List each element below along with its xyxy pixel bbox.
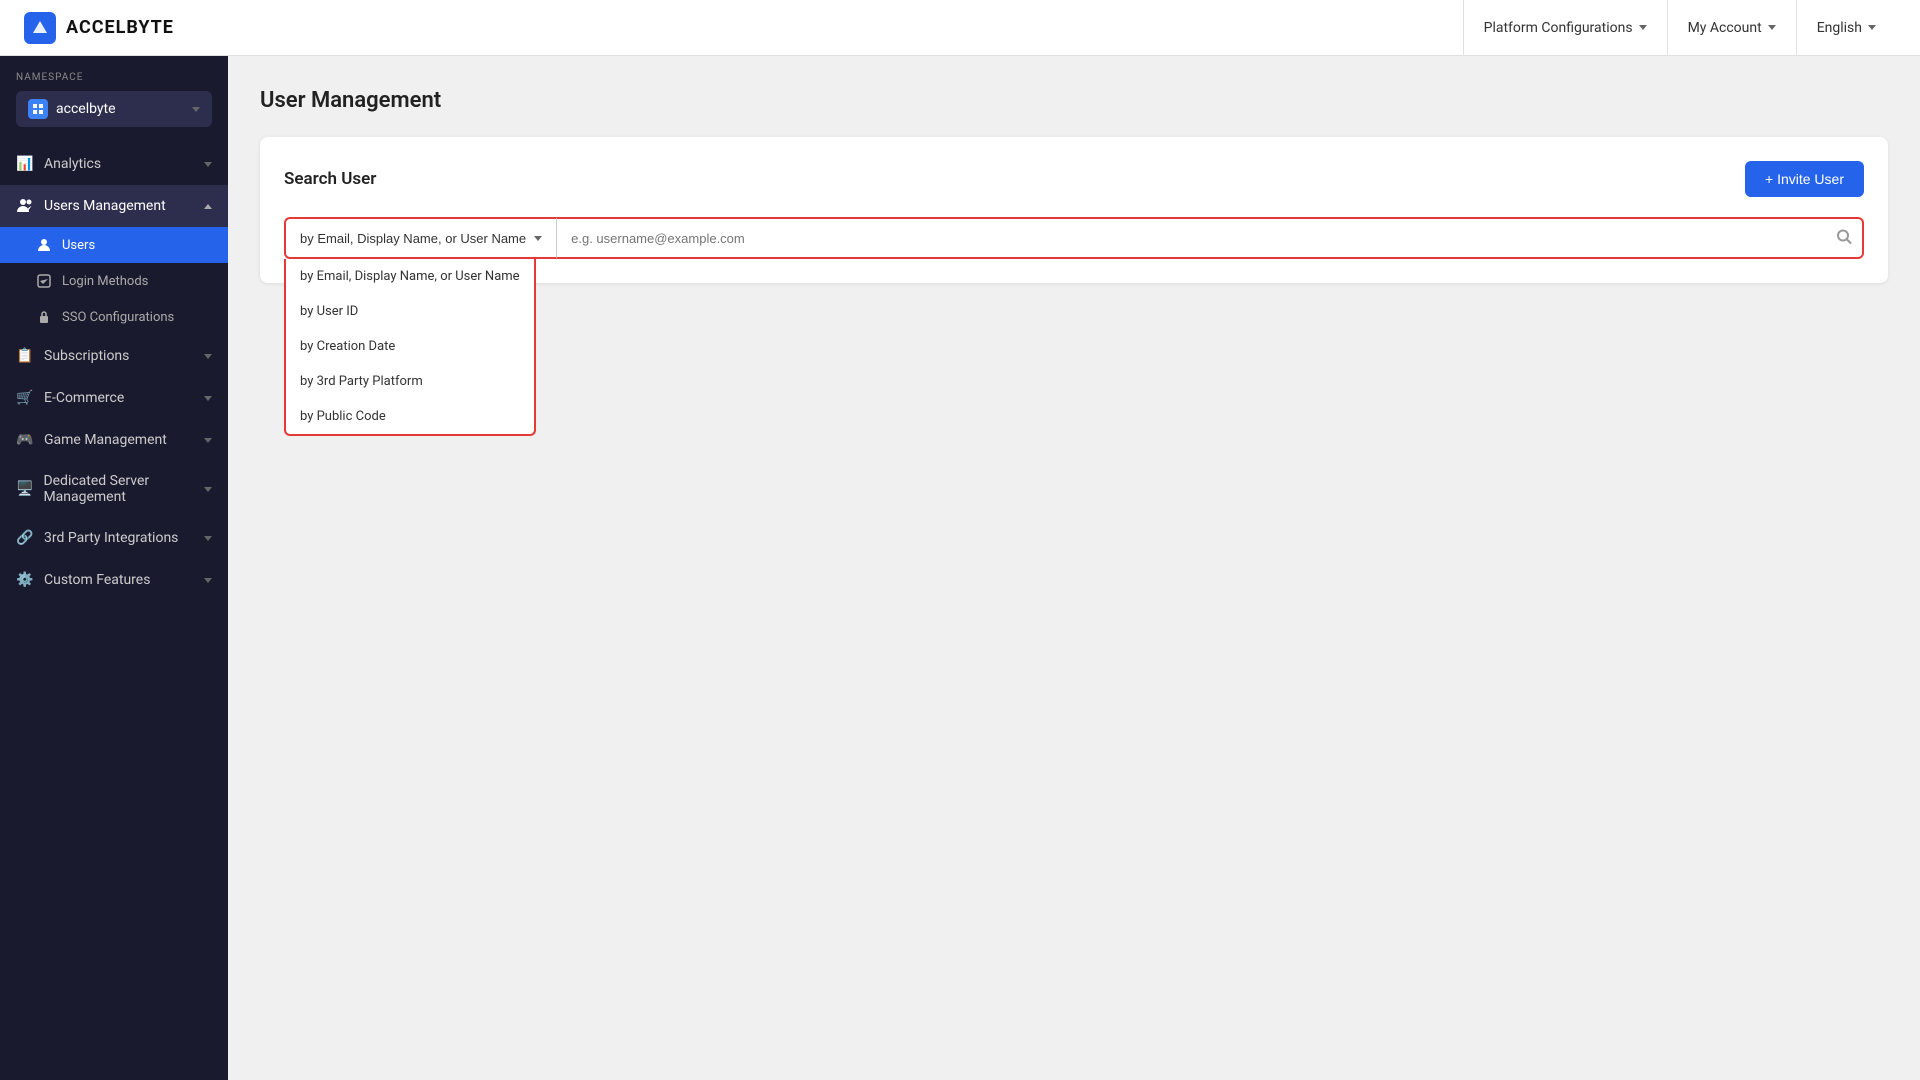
ecommerce-icon: 🛒 xyxy=(16,389,34,407)
custom-features-icon: ⚙️ xyxy=(16,571,34,589)
platform-configurations-chevron xyxy=(1639,25,1647,30)
game-management-label: Game Management xyxy=(44,432,167,448)
search-card-title: Search User xyxy=(284,169,376,189)
search-type-chevron xyxy=(534,236,542,241)
game-management-icon: 🎮 xyxy=(16,431,34,449)
top-nav: ACCELBYTE Platform Configurations My Acc… xyxy=(0,0,1920,56)
sidebar-item-users-management[interactable]: Users Management xyxy=(0,185,228,227)
users-management-label: Users Management xyxy=(44,198,166,214)
login-methods-label: Login Methods xyxy=(62,274,148,289)
dropdown-option-public-code[interactable]: by Public Code xyxy=(286,399,534,434)
nav-right: Platform Configurations My Account Engli… xyxy=(1463,0,1896,56)
logo-text: ACCELBYTE xyxy=(66,17,174,38)
search-input[interactable] xyxy=(556,217,1864,259)
search-input-wrapper xyxy=(556,217,1864,259)
third-party-icon: 🔗 xyxy=(16,529,34,547)
sidebar-item-subscriptions[interactable]: 📋 Subscriptions xyxy=(0,335,228,377)
search-card: Search User + Invite User by Email, Disp… xyxy=(260,137,1888,283)
my-account-nav[interactable]: My Account xyxy=(1667,0,1796,56)
my-account-chevron xyxy=(1768,25,1776,30)
search-type-selected: by Email, Display Name, or User Name xyxy=(300,231,526,246)
analytics-icon: 📊 xyxy=(16,155,34,173)
language-chevron xyxy=(1868,25,1876,30)
users-label: Users xyxy=(62,238,95,253)
language-label: English xyxy=(1817,20,1862,36)
users-icon xyxy=(36,237,52,253)
sidebar: NAMESPACE accelbyte 📊 xyxy=(0,56,228,1080)
sidebar-item-ecommerce[interactable]: 🛒 E-Commerce xyxy=(0,377,228,419)
third-party-chevron xyxy=(204,536,212,541)
dedicated-server-chevron xyxy=(204,487,212,492)
subscriptions-chevron xyxy=(204,354,212,359)
platform-configurations-nav[interactable]: Platform Configurations xyxy=(1463,0,1667,56)
users-management-chevron xyxy=(204,204,212,209)
sso-configurations-label: SSO Configurations xyxy=(62,310,174,325)
subscriptions-label: Subscriptions xyxy=(44,348,129,364)
invite-user-button[interactable]: + Invite User xyxy=(1745,161,1864,197)
sidebar-item-custom-features[interactable]: ⚙️ Custom Features xyxy=(0,559,228,601)
login-methods-icon xyxy=(36,273,52,289)
logo-icon xyxy=(24,12,56,44)
sidebar-item-login-methods[interactable]: Login Methods xyxy=(0,263,228,299)
third-party-label: 3rd Party Integrations xyxy=(44,530,178,546)
search-type-menu: by Email, Display Name, or User Name by … xyxy=(284,259,536,436)
sidebar-item-dedicated-server-management[interactable]: 🖥️ Dedicated Server Management xyxy=(0,461,228,517)
platform-configurations-label: Platform Configurations xyxy=(1484,20,1633,36)
sidebar-item-sso-configurations[interactable]: SSO Configurations xyxy=(0,299,228,335)
dropdown-option-userid[interactable]: by User ID xyxy=(286,294,534,329)
ecommerce-label: E-Commerce xyxy=(44,390,124,406)
sso-icon xyxy=(36,309,52,325)
nav-section: 📊 Analytics Users Mana xyxy=(0,135,228,609)
sidebar-item-game-management[interactable]: 🎮 Game Management xyxy=(0,419,228,461)
namespace-icon xyxy=(28,99,48,119)
namespace-section: NAMESPACE accelbyte xyxy=(0,56,228,135)
dropdown-option-email[interactable]: by Email, Display Name, or User Name xyxy=(286,259,534,294)
search-card-header: Search User + Invite User xyxy=(284,161,1864,197)
search-submit-button[interactable] xyxy=(1836,229,1852,248)
main-content: User Management Search User + Invite Use… xyxy=(228,56,1920,1080)
my-account-label: My Account xyxy=(1688,20,1762,36)
dropdown-option-creation-date[interactable]: by Creation Date xyxy=(286,329,534,364)
namespace-chevron xyxy=(192,107,200,112)
namespace-name: accelbyte xyxy=(56,101,184,117)
analytics-label: Analytics xyxy=(44,156,101,172)
namespace-label: NAMESPACE xyxy=(16,72,212,83)
sidebar-item-analytics[interactable]: 📊 Analytics xyxy=(0,143,228,185)
ecommerce-chevron xyxy=(204,396,212,401)
dedicated-server-icon: 🖥️ xyxy=(16,480,33,498)
search-dropdown: by Email, Display Name, or User Name by … xyxy=(284,217,556,259)
language-nav[interactable]: English xyxy=(1796,0,1896,56)
search-type-dropdown[interactable]: by Email, Display Name, or User Name xyxy=(284,217,556,259)
game-management-chevron xyxy=(204,438,212,443)
namespace-selector[interactable]: accelbyte xyxy=(16,91,212,127)
dropdown-option-third-party[interactable]: by 3rd Party Platform xyxy=(286,364,534,399)
dedicated-server-label: Dedicated Server Management xyxy=(43,473,204,505)
search-row: by Email, Display Name, or User Name by … xyxy=(284,217,1864,259)
users-management-icon xyxy=(16,197,34,215)
analytics-chevron xyxy=(204,162,212,167)
sidebar-item-third-party-integrations[interactable]: 🔗 3rd Party Integrations xyxy=(0,517,228,559)
layout: NAMESPACE accelbyte 📊 xyxy=(0,56,1920,1080)
subscriptions-icon: 📋 xyxy=(16,347,34,365)
custom-features-chevron xyxy=(204,578,212,583)
custom-features-label: Custom Features xyxy=(44,572,150,588)
logo-area: ACCELBYTE xyxy=(24,12,174,44)
sidebar-item-users[interactable]: Users xyxy=(0,227,228,263)
page-title: User Management xyxy=(260,88,1888,113)
